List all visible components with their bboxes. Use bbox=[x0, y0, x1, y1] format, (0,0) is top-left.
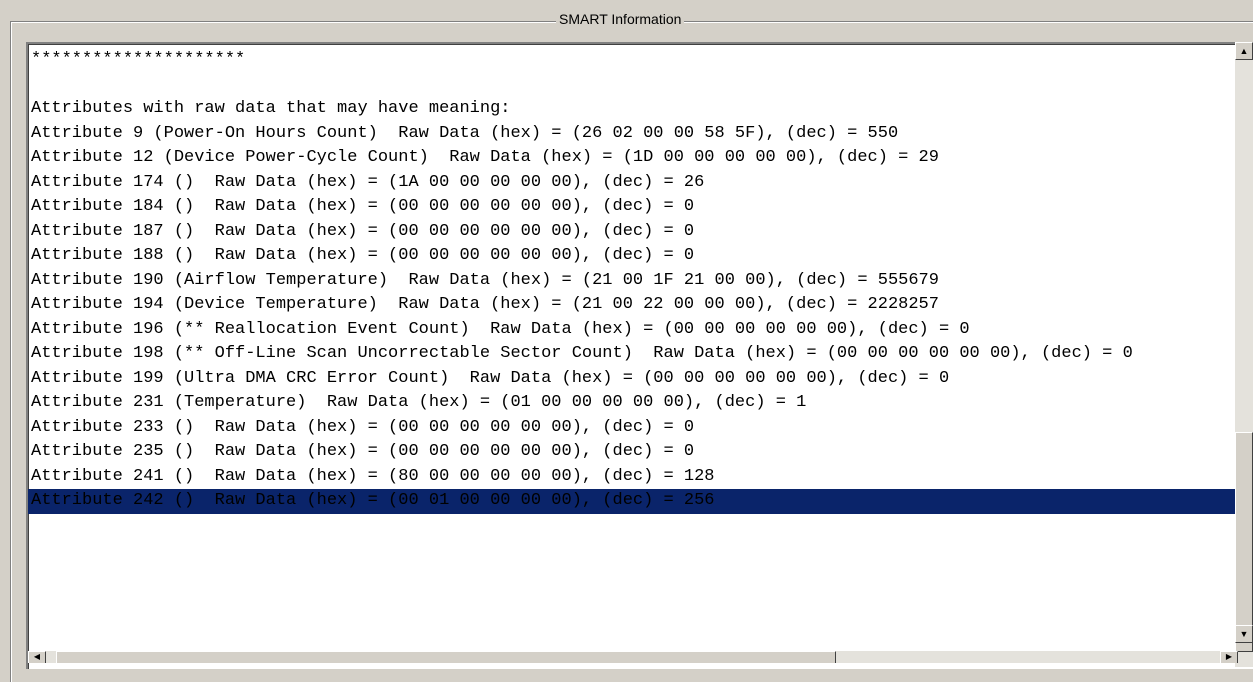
smart-info-textarea[interactable]: ********************* Attributes with raw… bbox=[26, 42, 1253, 669]
text-line[interactable]: Attributes with raw data that may have m… bbox=[31, 97, 1238, 122]
horizontal-scroll-thumb[interactable] bbox=[56, 651, 836, 663]
scroll-down-button[interactable]: ▼ bbox=[1235, 625, 1253, 643]
text-line[interactable]: Attribute 9 (Power-On Hours Count) Raw D… bbox=[31, 122, 1238, 147]
vertical-scroll-thumb[interactable] bbox=[1235, 432, 1253, 652]
text-line[interactable]: Attribute 231 (Temperature) Raw Data (he… bbox=[31, 391, 1238, 416]
text-line[interactable]: Attribute 188 () Raw Data (hex) = (00 00… bbox=[31, 244, 1238, 269]
text-line[interactable]: Attribute 190 (Airflow Temperature) Raw … bbox=[31, 269, 1238, 294]
groupbox-title: SMART Information bbox=[556, 11, 685, 27]
text-lines: ********************* Attributes with raw… bbox=[28, 48, 1238, 514]
text-line[interactable]: ********************* bbox=[31, 48, 1238, 73]
text-line[interactable]: Attribute 241 () Raw Data (hex) = (80 00… bbox=[31, 465, 1238, 490]
scroll-right-button[interactable]: ▶ bbox=[1220, 651, 1238, 663]
arrow-right-icon: ▶ bbox=[1225, 652, 1233, 661]
text-line[interactable]: Attribute 184 () Raw Data (hex) = (00 00… bbox=[31, 195, 1238, 220]
text-line[interactable]: Attribute 233 () Raw Data (hex) = (00 00… bbox=[31, 416, 1238, 441]
vertical-scrollbar[interactable]: ▲ ▼ bbox=[1235, 42, 1253, 667]
text-line[interactable]: Attribute 196 (** Reallocation Event Cou… bbox=[31, 318, 1238, 343]
arrow-up-icon: ▲ bbox=[1239, 46, 1249, 56]
text-line-selected[interactable]: Attribute 242 () Raw Data (hex) = (00 01… bbox=[28, 489, 1238, 514]
text-line[interactable]: Attribute 187 () Raw Data (hex) = (00 00… bbox=[31, 220, 1238, 245]
arrow-left-icon: ◀ bbox=[33, 652, 41, 661]
text-line[interactable] bbox=[31, 73, 1238, 98]
horizontal-scrollbar[interactable]: ◀ ▶ bbox=[28, 651, 1238, 663]
text-line[interactable]: Attribute 199 (Ultra DMA CRC Error Count… bbox=[31, 367, 1238, 392]
scroll-up-button[interactable]: ▲ bbox=[1235, 42, 1253, 60]
arrow-down-icon: ▼ bbox=[1239, 629, 1249, 639]
text-line[interactable]: Attribute 235 () Raw Data (hex) = (00 00… bbox=[31, 440, 1238, 465]
text-line[interactable]: Attribute 174 () Raw Data (hex) = (1A 00… bbox=[31, 171, 1238, 196]
scroll-left-button[interactable]: ◀ bbox=[28, 651, 46, 663]
text-line[interactable]: Attribute 12 (Device Power-Cycle Count) … bbox=[31, 146, 1238, 171]
text-line[interactable]: Attribute 198 (** Off-Line Scan Uncorrec… bbox=[31, 342, 1238, 367]
text-line[interactable]: Attribute 194 (Device Temperature) Raw D… bbox=[31, 293, 1238, 318]
